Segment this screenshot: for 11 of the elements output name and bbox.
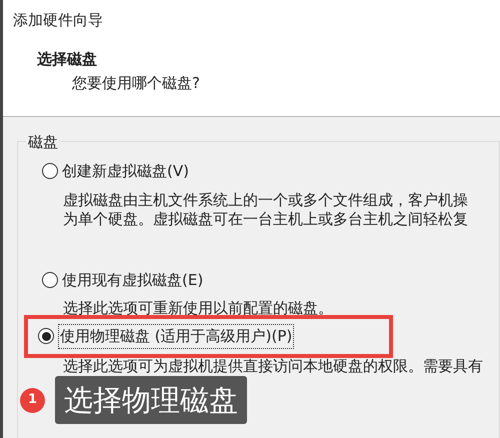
page-subtitle: 您要使用哪个磁盘? bbox=[72, 73, 200, 94]
radio-option[interactable]: 使用现有虚拟磁盘(E) bbox=[42, 268, 204, 291]
step-badge: 1 bbox=[20, 388, 45, 412]
option-description: 为单个硬盘。虚拟磁盘可在一台主机上或多台主机之间轻松复 bbox=[63, 210, 468, 228]
option-description: 选择此选项可重新使用以前配置的磁盘。 bbox=[63, 299, 333, 318]
window-title: 添加硬件向导 bbox=[13, 10, 103, 31]
option-description: 选择此选项可为虚拟机提供直接访问本地硬盘的权限。需要具有 bbox=[63, 356, 483, 376]
page-title: 选择磁盘 bbox=[37, 48, 97, 70]
option-description: 虚拟磁盘由主机文件系统上的一个或多个文件组成，客户机操 bbox=[63, 190, 468, 210]
annotation-label: 选择物理磁盘 bbox=[55, 376, 247, 424]
radio-option[interactable]: 创建新虚拟磁盘(V) bbox=[42, 160, 189, 182]
